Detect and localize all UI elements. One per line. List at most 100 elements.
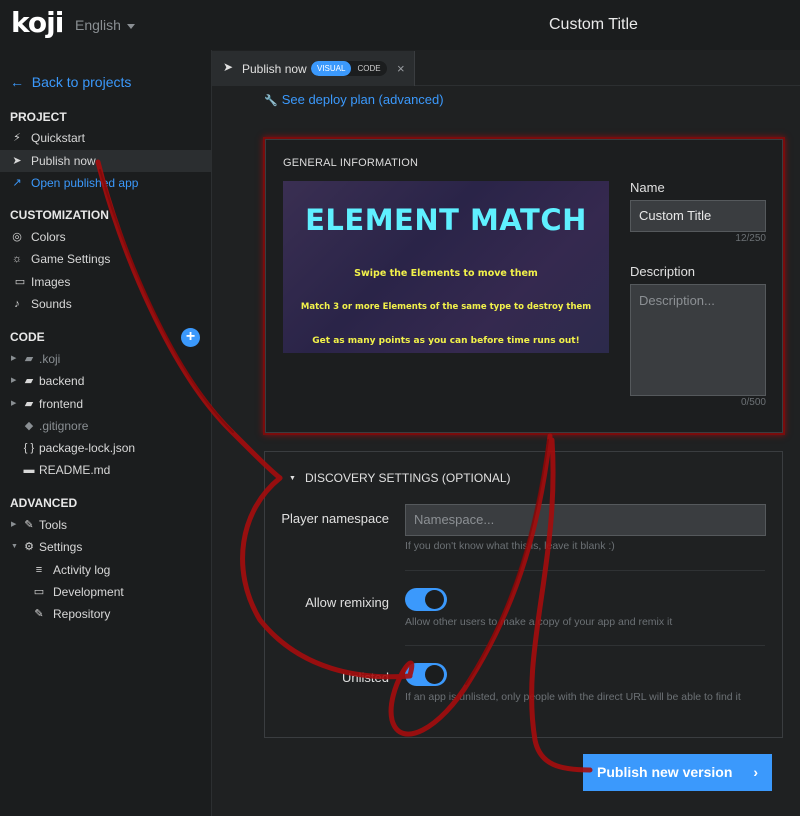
sidebar-item-label: Sounds [31,297,72,311]
view-mode-toggle: VISUAL CODE [311,61,387,76]
git-icon: ◆ [24,420,34,432]
tree-item-gitignore[interactable]: ◆ .gitignore [0,415,211,437]
caret-right-icon: ▶ [11,355,17,362]
toggle-knob [425,665,444,684]
chevron-down-icon [126,23,135,29]
code-mode-button[interactable]: CODE [351,61,386,76]
tree-item-label: .koji [39,352,61,366]
koji-logo[interactable]: koji [11,6,64,39]
caret-down-icon: ▼ [289,475,296,482]
publish-button-label: Publish new version [597,764,733,780]
sidebar-item-label: Development [53,585,124,599]
sidebar-item-label: Settings [39,540,83,554]
lightning-icon: ⚡ [13,132,21,144]
sidebar-item-label: Open published app [31,176,139,190]
tree-item-package-lock[interactable]: { } package-lock.json [0,437,211,459]
sidebar-item-label: Game Settings [31,252,111,266]
app-title: Custom Title [549,16,638,33]
sidebar-item-settings[interactable]: ▼ ⚙ Settings [0,536,211,558]
sidebar-item-images[interactable]: ▭ Images [0,271,211,293]
sidebar-item-quickstart[interactable]: ⚡ Quickstart [0,127,211,149]
publish-new-version-button[interactable]: Publish new version › [583,754,772,791]
description-label: Description [630,264,696,279]
section-heading-project: PROJECT [10,110,67,124]
visual-mode-button[interactable]: VISUAL [311,61,352,76]
discovery-settings-toggle[interactable]: ▼ DISCOVERY SETTINGS (OPTIONAL) [289,471,511,485]
language-selector[interactable]: English [75,17,135,33]
sidebar-item-label: Publish now [31,154,96,168]
laptop-icon: ▭ [33,586,45,598]
description-char-counter: 0/500 [740,397,766,408]
divider [405,570,765,571]
player-namespace-label: Player namespace [281,511,389,526]
tree-item-label: package-lock.json [39,441,136,455]
unlisted-toggle[interactable] [405,663,447,686]
sidebar-item-label: Tools [39,518,68,532]
section-heading-advanced: ADVANCED [10,496,78,510]
sidebar-item-colors[interactable]: ◎ Colors [0,226,211,248]
sidebar-item-label: Colors [31,230,66,244]
deploy-plan-link[interactable]: 🔧 See deploy plan (advanced) [264,92,444,107]
language-label: English [75,17,121,33]
gear-icon: ⚙ [24,541,34,553]
tree-item-frontend[interactable]: ▶ ▰ frontend [0,393,211,415]
bulb-icon: ☼ [11,253,23,265]
name-char-counter: 12/250 [735,233,766,244]
chevron-right-icon: › [753,764,758,780]
sidebar-item-development[interactable]: ▭ Development [0,581,211,603]
sidebar-item-open-published-app[interactable]: ↗ Open published app [0,172,211,194]
editor-tab-bar: ➤ Publish now VISUAL CODE × [212,50,800,86]
preview-line: Match 3 or more Elements of the same typ… [300,302,592,312]
tree-item-backend[interactable]: ▶ ▰ backend [0,370,211,392]
allow-remixing-hint: Allow other users to make a copy of your… [405,616,673,628]
sidebar-item-game-settings[interactable]: ☼ Game Settings [0,248,211,270]
tab-label: Publish now [242,62,307,76]
sidebar-item-sounds[interactable]: ♪ Sounds [0,293,211,315]
unlisted-label: Unlisted [342,670,389,685]
sidebar: ← Back to projects PROJECT ⚡ Quickstart ➤… [0,50,212,816]
sidebar-item-label: Activity log [53,563,111,577]
divider [405,645,765,646]
deploy-plan-label: See deploy plan (advanced) [281,92,444,107]
namespace-input[interactable]: Namespace... [405,504,766,536]
arrow-left-icon: ← [10,74,32,90]
unlisted-hint: If an app is unlisted, only people with … [405,691,741,703]
tree-item-koji[interactable]: ▶ ▰ .koji [0,348,211,370]
braces-icon: { } [23,442,35,454]
close-icon[interactable]: × [397,61,405,76]
sidebar-item-repository[interactable]: ✎ Repository [0,603,211,625]
general-information-card: GENERAL INFORMATION ELEMENT MATCH Swipe … [265,139,783,433]
folder-icon: ▰ [24,353,34,365]
sidebar-item-publish-now[interactable]: ➤ Publish now [0,150,211,172]
name-input[interactable]: Custom Title [630,200,766,232]
tree-item-label: README.md [39,463,111,477]
name-label: Name [630,180,665,195]
caret-right-icon: ▶ [11,521,17,528]
tab-publish-now[interactable]: ➤ Publish now VISUAL CODE × [212,51,415,86]
sidebar-item-label: Images [31,275,71,289]
wrench-icon: ✎ [24,519,34,531]
section-heading-customization: CUSTOMIZATION [10,208,109,222]
add-file-button[interactable]: + [181,328,200,347]
tree-item-label: frontend [39,397,84,411]
allow-remixing-label: Allow remixing [305,595,389,610]
discovery-settings-heading: DISCOVERY SETTINGS (OPTIONAL) [304,471,511,485]
folder-icon: ▰ [24,375,34,387]
sidebar-item-tools[interactable]: ▶ ✎ Tools [0,514,211,536]
section-heading-code: CODE [10,330,45,344]
caret-right-icon: ▶ [11,377,17,384]
top-bar: koji English Custom Title [0,0,800,50]
sidebar-item-label: Quickstart [31,131,86,145]
discovery-settings-panel: ▼ DISCOVERY SETTINGS (OPTIONAL) Player na… [264,451,783,738]
allow-remixing-toggle[interactable] [405,588,447,611]
list-icon: ≡ [35,564,43,576]
toggle-knob [425,590,444,609]
tree-item-readme[interactable]: ▬ README.md [0,459,211,481]
description-input[interactable]: Description... [630,284,766,396]
sound-icon: ♪ [14,298,20,310]
sidebar-item-activity-log[interactable]: ≡ Activity log [0,559,211,581]
preview-title: ELEMENT MATCH [305,203,587,237]
tree-item-label: .gitignore [39,419,89,433]
send-icon: ➤ [12,155,22,167]
back-to-projects-link[interactable]: ← Back to projects [10,74,131,90]
